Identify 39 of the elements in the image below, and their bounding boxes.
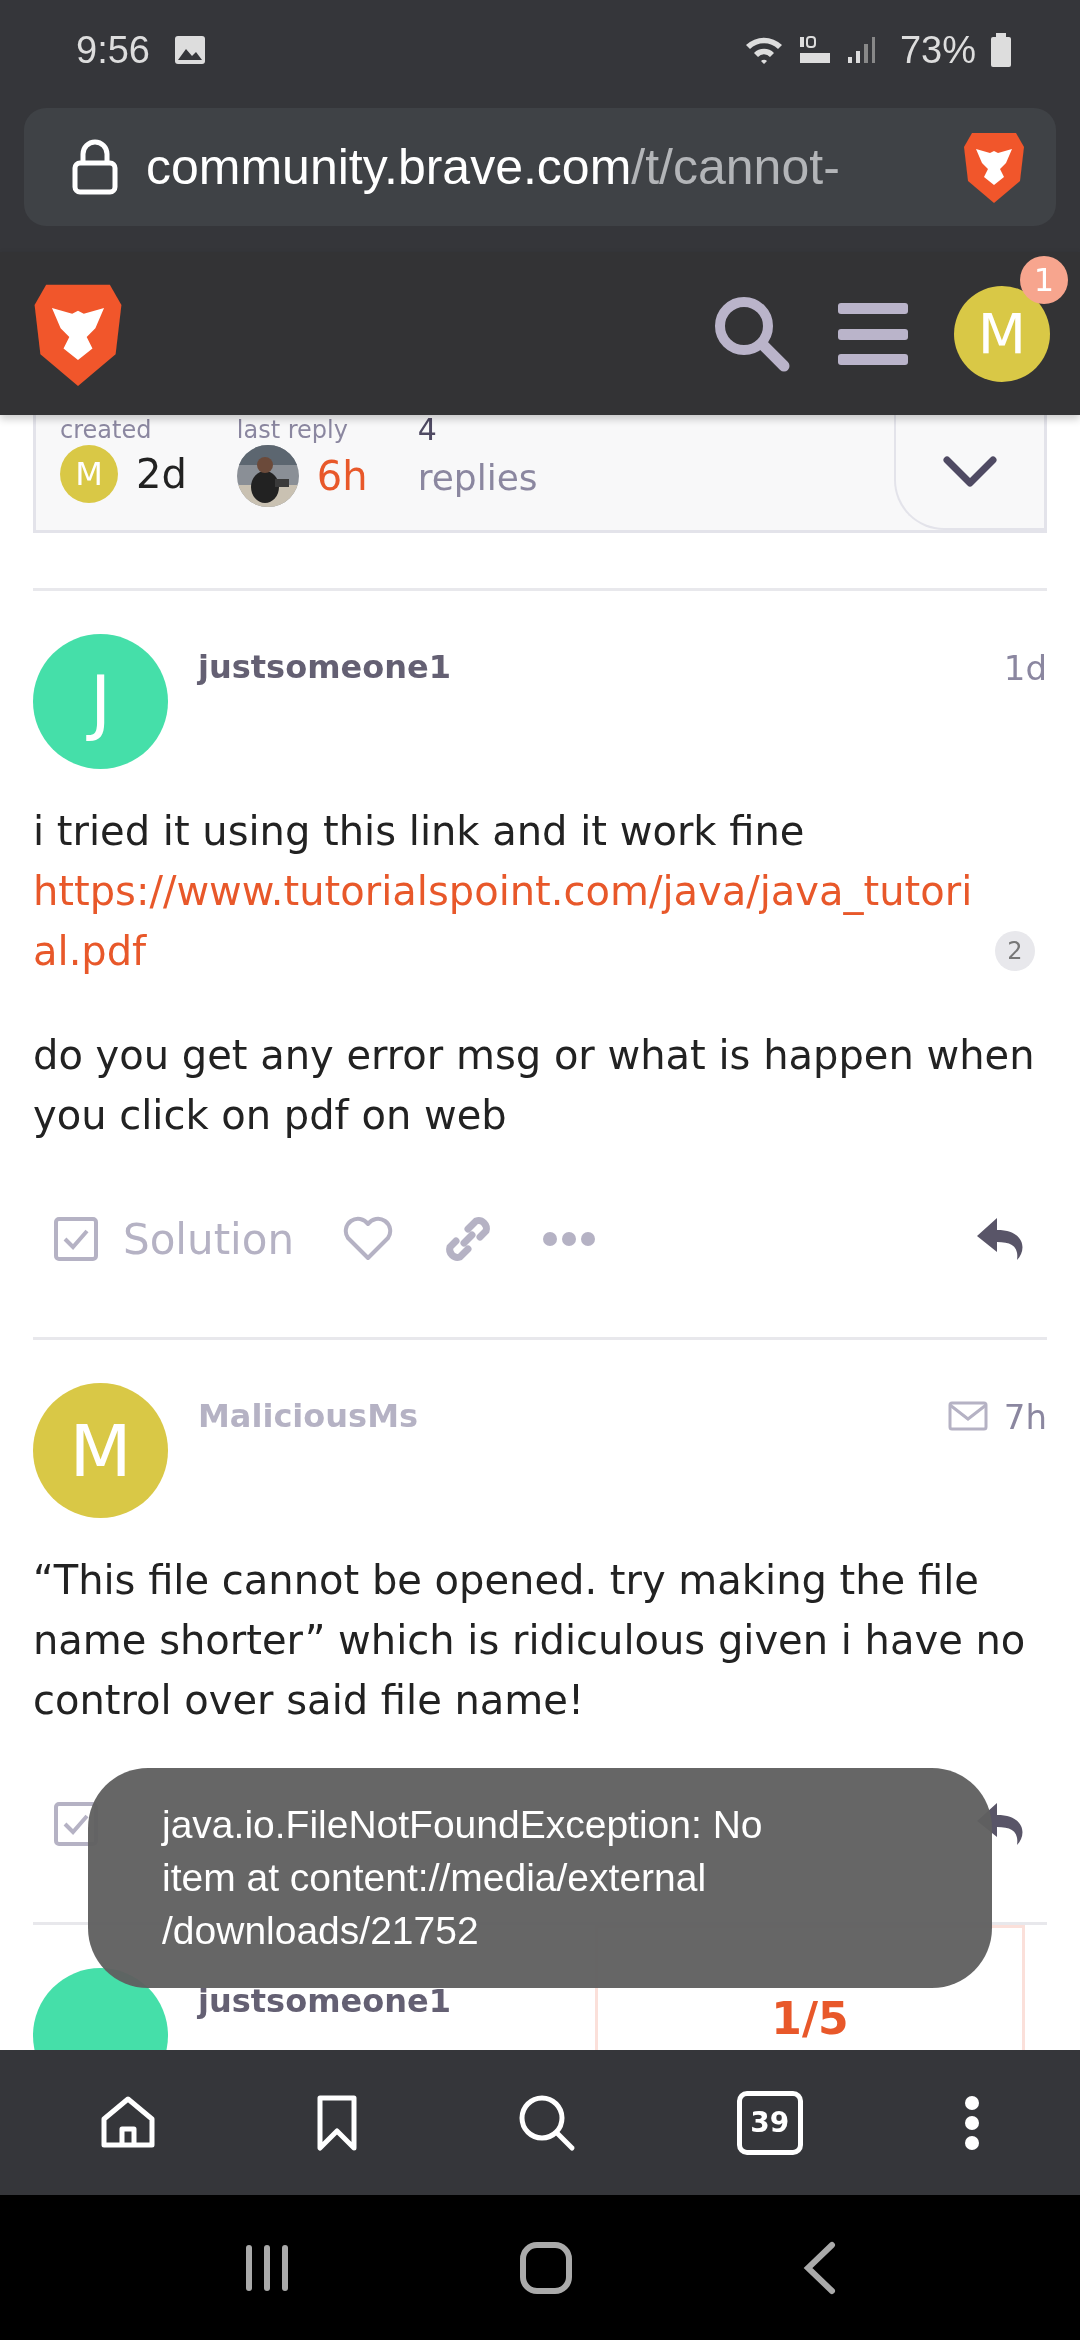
checkbox-icon — [53, 1216, 99, 1262]
url-text: community.brave.com/t/cannot- — [146, 138, 841, 196]
home-button-icon[interactable] — [519, 2240, 573, 2295]
tab-count-button[interactable]: 39 — [736, 2090, 803, 2155]
post-time[interactable]: 1d — [1003, 648, 1047, 688]
post-position[interactable]: 1/5 — [771, 1993, 849, 2050]
signal-icon — [845, 35, 876, 65]
post-link[interactable]: https://www.tutorialspoint.com/java/java_tutorial.pdf — [33, 861, 983, 981]
created-label: created — [60, 415, 153, 445]
home-icon[interactable] — [100, 2094, 157, 2151]
error-toast: java.io.FileNotFoundException: No item at content://media/external /downloads/21752 — [88, 1768, 992, 1988]
recents-icon[interactable] — [244, 2242, 291, 2293]
back-icon[interactable] — [801, 2240, 836, 2295]
battery-percent: 73% — [899, 28, 976, 72]
username[interactable]: justsomeone1 — [198, 648, 451, 686]
battery-icon — [990, 33, 1012, 67]
lock-icon — [72, 139, 118, 195]
address-bar[interactable]: community.brave.com/t/cannot- — [24, 108, 1056, 226]
post-text: i tried it using this link and it work fine — [33, 808, 805, 854]
notification-badge: 1 — [1020, 255, 1068, 304]
search-icon[interactable] — [518, 2093, 576, 2152]
menu-icon[interactable] — [838, 302, 908, 365]
image-icon — [173, 35, 206, 65]
status-time: 9:56 — [76, 28, 150, 72]
last-reply-label: last reply — [236, 415, 349, 445]
more-icon[interactable] — [963, 2094, 980, 2151]
chevron-down-icon — [943, 455, 997, 488]
replies-count: 4 — [417, 415, 438, 445]
created-time: 2d — [136, 451, 187, 497]
last-reply-time: 6h — [316, 453, 368, 499]
replies-label: replies — [417, 457, 538, 498]
bookmark-icon[interactable] — [317, 2094, 358, 2151]
post-text: “This file cannot be opened. try making the file name shorter” which is ridiculous given i have no control over said file name! — [33, 1556, 1027, 1725]
post-text: do you get any error msg or what is happen when you click on pdf on web — [33, 1031, 1036, 1140]
post-time[interactable]: 7h — [1003, 1397, 1047, 1437]
username[interactable]: MaliciousMs — [198, 1397, 418, 1435]
click-count-badge: 2 — [995, 931, 1035, 971]
expand-button[interactable] — [894, 415, 1044, 530]
solution-button[interactable]: Solution — [53, 1214, 295, 1264]
